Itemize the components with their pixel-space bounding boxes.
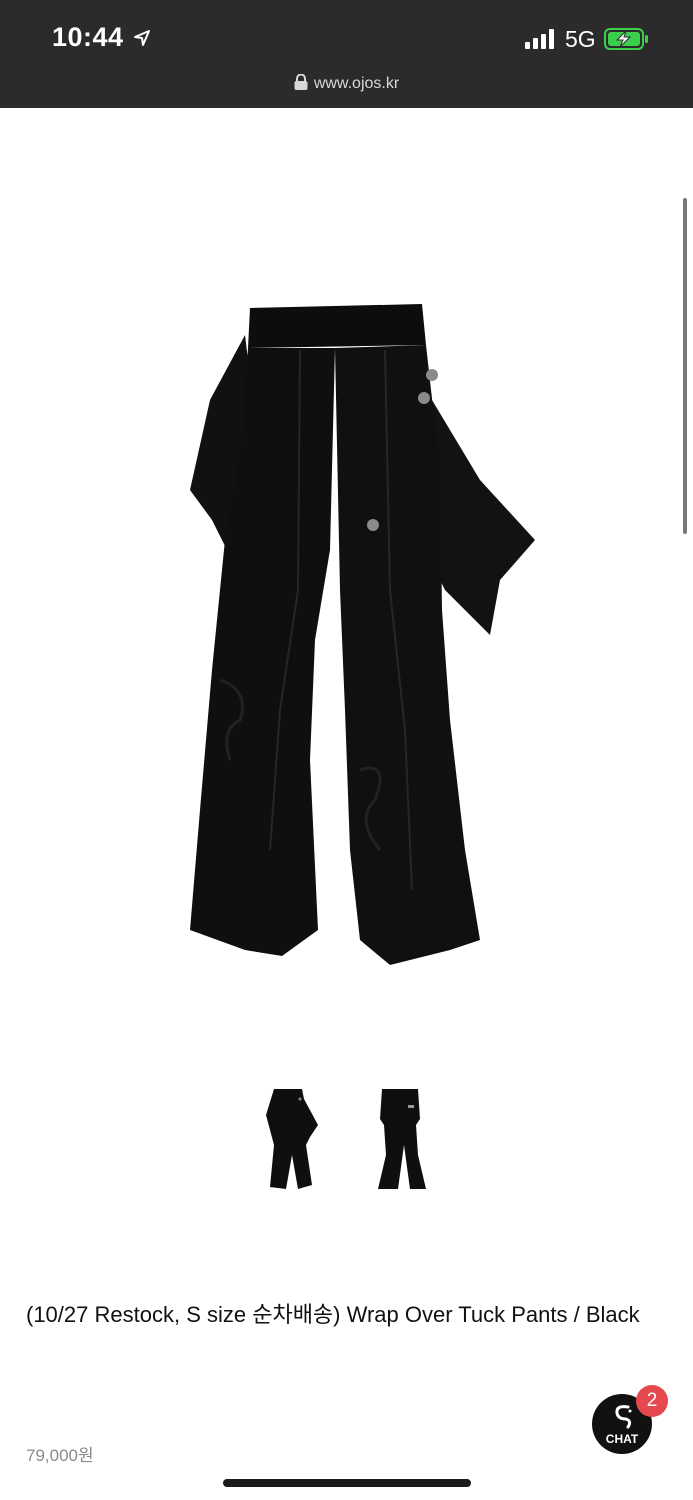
status-bar: 10:44 5G www.ojos.kr — [0, 0, 693, 108]
signal-bars-icon — [525, 29, 554, 49]
product-price: 79,000원 — [26, 1446, 94, 1465]
location-arrow-icon — [134, 30, 150, 46]
network-type: 5G — [565, 26, 596, 52]
chat-label: CHAT — [605, 1432, 639, 1446]
thumbnail-back[interactable] — [372, 1085, 432, 1195]
url-text: www.ojos.kr — [313, 75, 400, 92]
page-scrollbar[interactable] — [683, 198, 687, 534]
address-bar[interactable]: www.ojos.kr — [0, 74, 693, 93]
chat-unread-badge: 2 — [636, 1385, 668, 1417]
product-title: (10/27 Restock, S size 순차배송) Wrap Over T… — [26, 1302, 640, 1327]
home-indicator[interactable] — [223, 1479, 471, 1487]
thumbnail-front[interactable] — [262, 1085, 322, 1195]
product-main-image[interactable] — [150, 290, 550, 980]
battery-charging-icon — [604, 28, 648, 50]
chat-logo-icon — [615, 1405, 632, 1429]
lock-icon — [294, 74, 308, 90]
clock: 10:44 — [52, 22, 124, 52]
